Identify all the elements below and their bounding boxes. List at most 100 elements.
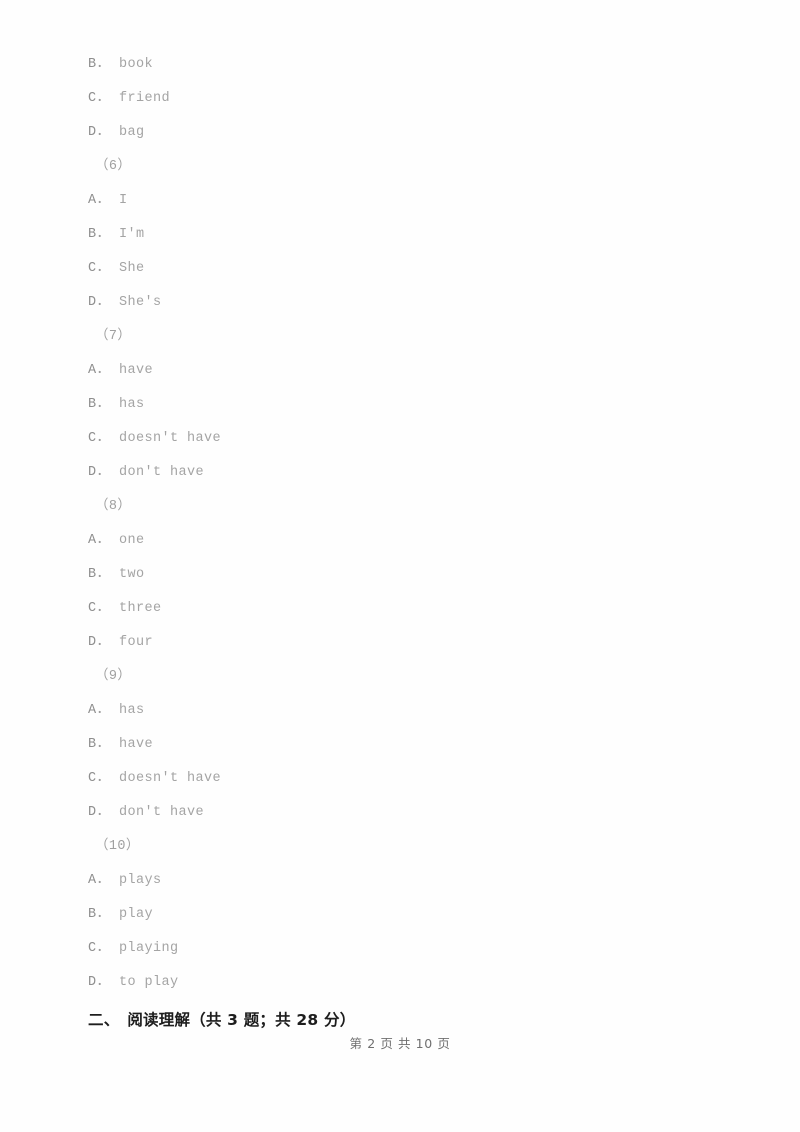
option-letter: D [88,125,97,140]
option-text: to play [118,975,179,990]
option-separator: ． [96,431,111,446]
answer-option[interactable]: C． doesn't have [88,422,708,456]
option-separator: ． [96,737,111,752]
option-text: has [118,397,145,412]
option-text: don't have [118,465,204,480]
question-number: （6） [95,159,132,174]
answer-option[interactable]: B． I'm [88,218,708,252]
option-letter: B [88,397,97,412]
option-text: doesn't have [118,431,221,446]
option-letter: A [88,363,97,378]
question-number: （9） [95,669,132,684]
question-number: （7） [95,329,132,344]
option-text: have [118,737,153,752]
option-separator: ． [96,805,111,820]
option-separator: ． [96,567,111,582]
answer-option[interactable]: A． I [88,184,708,218]
option-text: I'm [118,227,145,242]
option-separator: ． [96,91,111,106]
option-text: play [118,907,153,922]
option-text: two [118,567,145,582]
option-separator: ． [96,397,111,412]
option-separator: ． [96,635,111,650]
option-letter: B [88,907,97,922]
option-separator: ． [96,975,111,990]
option-separator: ． [96,295,111,310]
option-letter: C [88,431,97,446]
option-letter: D [88,465,97,480]
answer-option[interactable]: C． three [88,592,708,626]
answer-option[interactable]: B． have [88,728,708,762]
option-separator: ． [96,533,111,548]
answer-option[interactable]: C． doesn't have [88,762,708,796]
option-separator: ． [96,261,111,276]
option-text: She's [118,295,162,310]
option-letter: D [88,295,97,310]
option-text: don't have [118,805,204,820]
option-letter: B [88,57,97,72]
answer-option[interactable]: B． play [88,898,708,932]
answer-option[interactable]: D． don't have [88,796,708,830]
option-separator: ． [96,771,111,786]
answer-option[interactable]: C． playing [88,932,708,966]
option-text: three [118,601,162,616]
option-text: four [118,635,153,650]
question-options-list: B． book C． friend D． bag （6） A． I B． I'm C． Sh… [88,48,708,1000]
question-number: （8） [95,499,132,514]
option-text: friend [118,91,170,106]
option-text: one [118,533,145,548]
answer-option[interactable]: B． two [88,558,708,592]
option-letter: B [88,567,97,582]
option-separator: ． [96,465,111,480]
option-letter: C [88,91,97,106]
option-letter: A [88,873,97,888]
option-separator: ． [96,703,111,718]
option-letter: D [88,635,97,650]
option-letter: A [88,533,97,548]
option-letter: D [88,805,97,820]
option-text: doesn't have [118,771,221,786]
option-separator: ． [96,907,111,922]
option-text: She [118,261,145,276]
option-letter: C [88,771,97,786]
answer-option[interactable]: A． has [88,694,708,728]
option-text: has [118,703,145,718]
option-separator: ． [96,125,111,140]
option-text: plays [118,873,162,888]
question-number: （10） [95,839,140,854]
option-separator: ． [96,57,111,72]
option-text: bag [118,125,145,140]
option-letter: C [88,261,97,276]
answer-option[interactable]: C． friend [88,82,708,116]
answer-option[interactable]: A． have [88,354,708,388]
answer-option[interactable]: D． four [88,626,708,660]
page-footer: 第 2 页 共 10 页 [349,1036,451,1051]
option-separator: ． [96,363,111,378]
answer-option[interactable]: C． She [88,252,708,286]
option-letter: C [88,601,97,616]
option-letter: B [88,737,97,752]
option-text: playing [118,941,179,956]
option-separator: ． [96,601,111,616]
answer-option[interactable]: D． don't have [88,456,708,490]
option-separator: ． [96,941,111,956]
option-letter: B [88,227,97,242]
option-letter: D [88,975,97,990]
answer-option[interactable]: B． has [88,388,708,422]
section-heading-reading-comprehension: 二、 阅读理解（共 3 题；共 28 分） [88,1011,356,1029]
document-page: B． book C． friend D． bag （6） A． I B． I'm C． Sh… [0,0,800,1132]
answer-option[interactable]: D． She's [88,286,708,320]
answer-option[interactable]: A． one [88,524,708,558]
option-separator: ． [96,873,111,888]
answer-option[interactable]: D． to play [88,966,708,1000]
option-letter: A [88,703,97,718]
option-letter: A [88,193,97,208]
option-letter: C [88,941,97,956]
option-separator: ． [96,227,111,242]
option-separator: ． [96,193,111,208]
option-text: have [118,363,153,378]
answer-option[interactable]: D． bag [88,116,708,150]
answer-option[interactable]: B． book [88,48,708,82]
answer-option[interactable]: A． plays [88,864,708,898]
option-text: I [118,193,128,208]
